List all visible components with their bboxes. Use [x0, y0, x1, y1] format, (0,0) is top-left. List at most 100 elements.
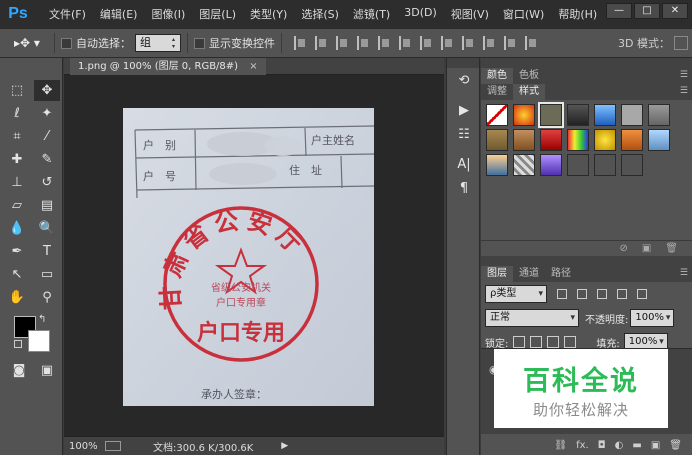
swap-colors-icon[interactable]: ↰ — [38, 314, 46, 325]
auto-align-icon[interactable] — [525, 36, 537, 50]
path-selection-tool-icon[interactable]: ↖ — [4, 264, 30, 285]
auto-select-checkbox[interactable] — [61, 37, 72, 49]
properties-icon[interactable]: ☷ — [447, 122, 481, 146]
style-swatch[interactable] — [540, 129, 562, 151]
lock-transparent-icon[interactable] — [513, 336, 526, 348]
lock-position-icon[interactable] — [547, 336, 560, 348]
lock-pixels-icon[interactable] — [530, 336, 543, 348]
menu-layer[interactable]: 图层(L) — [192, 6, 243, 22]
layer-kind-filter[interactable]: ρ类型 — [485, 285, 547, 303]
style-swatch[interactable] — [540, 154, 562, 176]
style-swatch[interactable] — [621, 129, 643, 151]
style-swatch[interactable] — [621, 154, 643, 176]
menu-window[interactable]: 窗口(W) — [496, 6, 551, 22]
align-left-icon[interactable] — [357, 36, 369, 50]
menu-3d[interactable]: 3D(D) — [397, 6, 444, 22]
style-swatch[interactable] — [648, 104, 670, 126]
blur-tool-icon[interactable]: 💧 — [4, 218, 30, 239]
style-swatch[interactable] — [513, 129, 535, 151]
tab-layers[interactable]: 图层 — [481, 266, 513, 282]
delete-layer-icon[interactable]: 🗑 — [669, 440, 682, 451]
zoom-level[interactable]: 100% — [69, 441, 105, 452]
maximize-button[interactable]: □ — [634, 3, 660, 19]
show-transform-checkbox[interactable] — [194, 37, 205, 49]
blend-mode-select[interactable]: 正常 — [485, 309, 579, 327]
move-icon[interactable]: ▸✥ ▾ — [14, 33, 48, 53]
distribute-bottom-icon[interactable] — [462, 36, 474, 50]
status-info-icon[interactable] — [105, 441, 121, 451]
paragraph-icon[interactable]: ¶ — [447, 176, 481, 200]
magic-wand-tool-icon[interactable]: ✦ — [34, 103, 60, 124]
style-swatch[interactable] — [567, 154, 589, 176]
distribute-hcenter-icon[interactable] — [504, 36, 516, 50]
style-swatch[interactable] — [567, 129, 589, 151]
shape-filter-icon[interactable] — [617, 289, 627, 299]
align-bottom-icon[interactable] — [336, 36, 348, 50]
smart-filter-icon[interactable] — [637, 289, 647, 299]
menu-select[interactable]: 选择(S) — [294, 6, 346, 22]
align-vcenter-icon[interactable] — [315, 36, 327, 50]
minimize-button[interactable]: — — [606, 3, 632, 19]
tab-color[interactable]: 颜色 — [481, 68, 513, 84]
style-swatch[interactable] — [513, 104, 535, 126]
panel-menu-icon[interactable]: ☰ — [680, 70, 688, 80]
menu-view[interactable]: 视图(V) — [444, 6, 496, 22]
crop-tool-icon[interactable]: ⌗ — [4, 126, 30, 147]
tab-paths[interactable]: 路径 — [545, 266, 577, 282]
eyedropper-tool-icon[interactable]: ⁄ — [34, 126, 60, 147]
type-tool-icon[interactable]: T — [34, 241, 60, 262]
healing-brush-tool-icon[interactable]: ✚ — [4, 149, 30, 170]
history-brush-tool-icon[interactable]: ↺ — [34, 172, 60, 193]
style-swatch[interactable] — [648, 129, 670, 151]
close-button[interactable]: ✕ — [662, 3, 688, 19]
background-color[interactable] — [28, 330, 50, 352]
adjustment-filter-icon[interactable] — [577, 289, 587, 299]
canvas-image[interactable]: 户 别 户主姓名 户 号 住 址 甘肃省公安厅 省级公安机关 户口专用章 户口专… — [123, 108, 374, 406]
actions-play-icon[interactable]: ▶ — [447, 98, 481, 122]
style-swatch[interactable] — [594, 154, 616, 176]
delete-style-icon[interactable]: 🗑 — [665, 243, 678, 254]
layer-style-fx-icon[interactable]: fx. — [576, 440, 589, 451]
distribute-left-icon[interactable] — [483, 36, 495, 50]
tab-adjustments[interactable]: 调整 — [481, 84, 513, 100]
tab-styles[interactable]: 样式 — [513, 84, 545, 100]
add-mask-icon[interactable]: ◘ — [598, 440, 606, 451]
auto-select-dropdown[interactable]: 组 — [135, 34, 181, 52]
style-swatch[interactable] — [486, 129, 508, 151]
align-top-icon[interactable] — [294, 36, 306, 50]
brush-tool-icon[interactable]: ✎ — [34, 149, 60, 170]
status-menu-arrow-icon[interactable]: ▶ — [281, 441, 288, 451]
align-hcenter-icon[interactable] — [378, 36, 390, 50]
style-swatch[interactable] — [594, 104, 616, 126]
hand-tool-icon[interactable]: ✋ — [4, 287, 30, 308]
lock-all-icon[interactable] — [564, 336, 577, 348]
document-tab[interactable]: 1.png @ 100% (图层 0, RGB/8#) × — [70, 58, 266, 75]
character-icon[interactable]: A| — [447, 152, 481, 176]
panel-menu-icon[interactable]: ☰ — [680, 86, 688, 96]
style-swatch[interactable] — [621, 104, 643, 126]
new-group-icon[interactable]: ▬ — [632, 440, 641, 451]
align-right-icon[interactable] — [399, 36, 411, 50]
quick-mask-icon[interactable]: ◙ — [6, 360, 32, 381]
zoom-tool-icon[interactable]: ⚲ — [34, 287, 60, 308]
style-swatch[interactable] — [594, 129, 616, 151]
opacity-input[interactable]: 100% — [630, 309, 675, 327]
move-tool-icon[interactable]: ✥ — [34, 80, 60, 101]
lasso-tool-icon[interactable]: ℓ — [4, 103, 30, 124]
tab-channels[interactable]: 通道 — [513, 266, 545, 282]
adjustment-layer-icon[interactable]: ◐ — [615, 440, 624, 451]
new-style-icon[interactable]: ▣ — [642, 243, 651, 254]
style-swatch[interactable] — [486, 154, 508, 176]
panel-menu-icon[interactable]: ☰ — [680, 268, 688, 278]
pen-tool-icon[interactable]: ✒ — [4, 241, 30, 262]
pixel-filter-icon[interactable] — [557, 289, 567, 299]
style-swatch[interactable] — [538, 102, 564, 128]
3d-rotate-icon[interactable] — [674, 36, 688, 50]
eraser-tool-icon[interactable]: ▱ — [4, 195, 30, 216]
style-swatch[interactable] — [567, 104, 589, 126]
style-swatch[interactable] — [513, 154, 535, 176]
style-swatch[interactable] — [486, 104, 508, 126]
rectangle-tool-icon[interactable]: ▭ — [34, 264, 60, 285]
link-layers-icon[interactable]: ⛓ — [554, 440, 567, 451]
clear-style-icon[interactable]: ⊘ — [619, 243, 627, 254]
